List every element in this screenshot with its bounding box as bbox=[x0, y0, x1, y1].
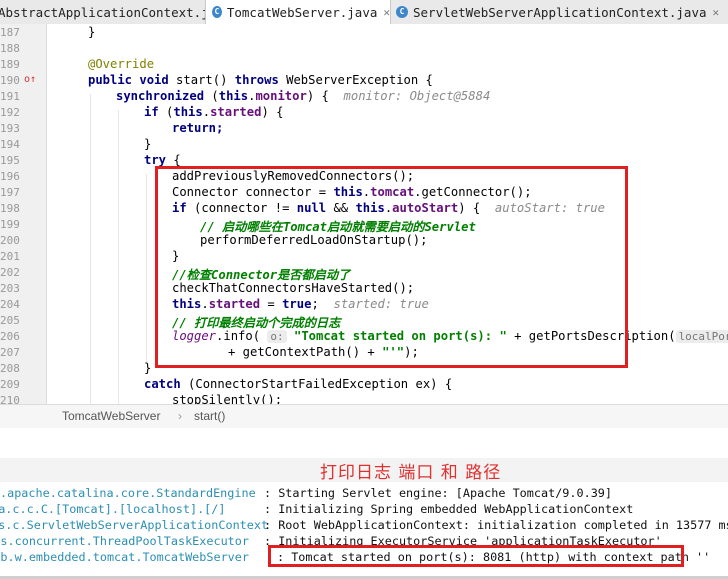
line-number: 207 bbox=[0, 346, 20, 359]
log-logger: w.s.c.ServletWebServerApplicationContext bbox=[0, 518, 269, 532]
class-icon: C bbox=[212, 6, 222, 18]
line-number: 210 bbox=[0, 394, 20, 404]
line-number: 200 bbox=[0, 234, 20, 247]
highlight-box bbox=[268, 545, 684, 567]
log-logger: o.a.c.c.C.[Tomcat].[localhost].[/] bbox=[0, 502, 226, 516]
code-line: if (this.started) { bbox=[144, 105, 284, 119]
log-logger: .apache.catalina.core.StandardEngine bbox=[0, 486, 256, 500]
debug-inline-value: monitor: Object@5884 bbox=[343, 89, 491, 103]
tab-label: ServletWebServerApplicationContext.java bbox=[413, 4, 707, 20]
code-line: stopSilently(); bbox=[172, 393, 283, 404]
code-line: } bbox=[88, 25, 96, 39]
line-number: 198 bbox=[0, 202, 20, 215]
log-message: : Initializing Spring embedded WebApplic… bbox=[264, 502, 634, 516]
code-line: catch (ConnectorStartFailedException ex)… bbox=[144, 377, 453, 391]
line-number: 187 bbox=[0, 26, 20, 39]
close-icon[interactable]: ✕ bbox=[383, 6, 390, 19]
line-number: 189 bbox=[0, 58, 20, 71]
annotation: @Override bbox=[88, 57, 155, 71]
tab-abstract-application-context[interactable]: AbstractApplicationContext.java ✕ bbox=[0, 0, 244, 24]
indent-guide bbox=[118, 110, 119, 404]
breadcrumb-method[interactable]: start() bbox=[194, 409, 225, 423]
breadcrumb-separator: › bbox=[178, 409, 182, 423]
tab-label: AbstractApplicationContext.java bbox=[0, 4, 232, 20]
code-line: @Override bbox=[88, 57, 154, 71]
line-number: 208 bbox=[0, 362, 20, 375]
log-logger: o.s.s.concurrent.ThreadPoolTaskExecutor bbox=[0, 534, 249, 548]
close-icon[interactable]: ✕ bbox=[713, 6, 720, 19]
line-number: 191 bbox=[0, 90, 20, 103]
editor-tab-bar: AbstractApplicationContext.java ✕ C Tomc… bbox=[0, 0, 728, 25]
console-annotation: 打印日志 端口 和 路径 bbox=[320, 463, 502, 483]
log-logger: o.s.b.w.embedded.tomcat.TomcatWebServer bbox=[0, 550, 249, 564]
line-number: 203 bbox=[0, 282, 20, 295]
code-line: try { bbox=[144, 153, 181, 167]
breadcrumb-class[interactable]: TomcatWebServer bbox=[62, 409, 160, 423]
highlight-box bbox=[155, 166, 628, 368]
line-number: 199 bbox=[0, 218, 20, 231]
code-line: public void start() throws WebServerExce… bbox=[88, 73, 433, 87]
log-message: : Starting Servlet engine: [Apache Tomca… bbox=[264, 486, 613, 500]
log-message: : Root WebApplicationContext: initializa… bbox=[264, 518, 728, 532]
line-number: 196 bbox=[0, 170, 20, 183]
override-method-icon[interactable]: o↑ bbox=[24, 74, 36, 85]
indent-guide bbox=[146, 174, 147, 364]
line-number: 188 bbox=[0, 42, 20, 55]
line-number: 205 bbox=[0, 314, 20, 327]
line-number: 190 bbox=[0, 74, 20, 87]
breadcrumb: TomcatWebServer › start() bbox=[0, 404, 728, 430]
console-panel[interactable]: 打印日志 端口 和 路径 .apache.catalina.core.Stand… bbox=[0, 428, 728, 579]
line-number: 206 bbox=[0, 330, 20, 343]
indent-guide bbox=[90, 94, 91, 404]
tab-label: TomcatWebServer.java bbox=[226, 4, 378, 20]
line-number: 197 bbox=[0, 186, 20, 199]
code-line: } bbox=[144, 137, 152, 151]
code-line: synchronized (this.monitor) { monitor: O… bbox=[116, 89, 491, 103]
line-number: 195 bbox=[0, 154, 20, 167]
code-line: } bbox=[144, 361, 152, 375]
line-number: 202 bbox=[0, 266, 20, 279]
line-number: 209 bbox=[0, 378, 20, 391]
code-line: return; bbox=[172, 121, 224, 135]
line-number: 193 bbox=[0, 122, 20, 135]
tab-servlet-web-server-application-context[interactable]: C ServletWebServerApplicationContext.jav… bbox=[392, 0, 728, 24]
class-icon: C bbox=[396, 6, 408, 18]
line-number: 201 bbox=[0, 250, 20, 263]
line-number: 192 bbox=[0, 106, 20, 119]
line-number: 194 bbox=[0, 138, 20, 151]
line-number-gutter: 187 188 189 190 191 192 193 194 195 196 … bbox=[0, 24, 47, 404]
line-number: 204 bbox=[0, 298, 20, 311]
code-editor[interactable]: 187 188 189 190 191 192 193 194 195 196 … bbox=[0, 24, 728, 404]
parameter-hint: localPort: bbox=[675, 330, 728, 343]
tab-tomcat-web-server[interactable]: C TomcatWebServer.java ✕ bbox=[205, 0, 391, 24]
